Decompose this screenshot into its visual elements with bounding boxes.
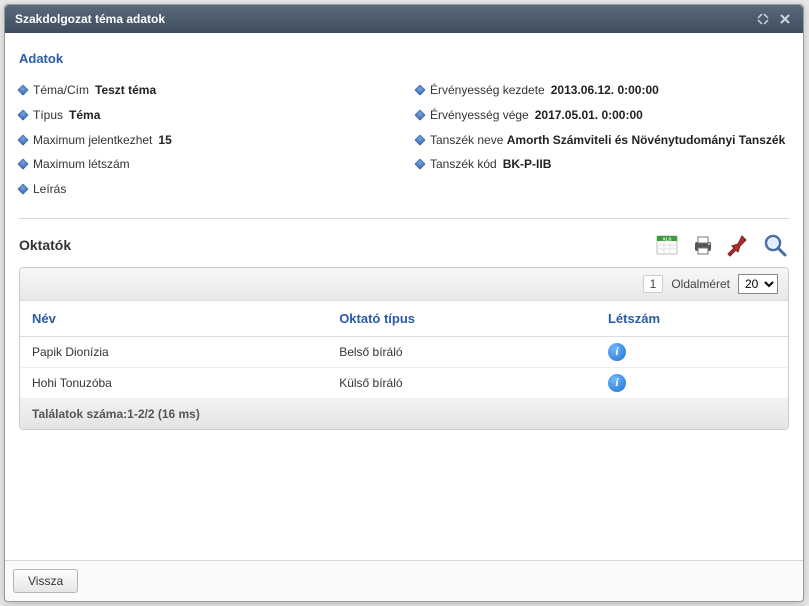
field-value: Téma: [69, 107, 100, 124]
maximize-icon[interactable]: [755, 11, 771, 27]
bullet-icon: [414, 159, 425, 170]
fields-left: Téma/Cím Teszt téma Típus Téma Maximum j…: [19, 78, 392, 202]
col-header-letszam[interactable]: Létszám: [596, 301, 788, 337]
bullet-icon: [17, 84, 28, 95]
svg-text:XLS: XLS: [663, 236, 672, 241]
bullet-icon: [414, 84, 425, 95]
bullet-icon: [17, 109, 28, 120]
field-tipus: Típus Téma: [19, 103, 392, 128]
cell-count: i: [596, 367, 788, 398]
grid-footer: Találatok száma:1-2/2 (16 ms): [20, 399, 788, 429]
field-max-jelentkezhet: Maximum jelentkezhet 15: [19, 128, 392, 153]
oktatok-table: Név Oktató típus Létszám Papik Dionízia …: [20, 301, 788, 399]
cell-count: i: [596, 336, 788, 367]
bullet-icon: [17, 134, 28, 145]
field-tanszek-kod: Tanszék kód BK-P-IIB: [416, 152, 789, 177]
dialog-header: Szakdolgozat téma adatok: [5, 5, 803, 33]
dialog-footer: Vissza: [5, 560, 803, 601]
field-value: 15: [158, 132, 171, 149]
cell-name: Papik Dionízia: [20, 336, 327, 367]
field-value: 2017.05.01. 0:00:00: [535, 107, 643, 124]
info-icon[interactable]: i: [608, 374, 626, 392]
field-label: Érvényesség kezdete: [430, 82, 545, 99]
field-label: Téma/Cím: [33, 82, 89, 99]
fields-columns: Téma/Cím Teszt téma Típus Téma Maximum j…: [19, 78, 789, 202]
dialog-title: Szakdolgozat téma adatok: [15, 12, 165, 26]
export-xls-icon[interactable]: XLS: [653, 231, 681, 259]
section-title-adatok: Adatok: [19, 51, 789, 66]
field-label: Érvényesség vége: [430, 107, 529, 124]
cell-type: Belső bíráló: [327, 336, 596, 367]
bullet-icon: [414, 134, 425, 145]
dialog-header-icons: [755, 11, 793, 27]
page-number[interactable]: 1: [643, 275, 664, 293]
fields-right: Érvényesség kezdete 2013.06.12. 0:00:00 …: [416, 78, 789, 202]
field-label: Leírás: [33, 181, 66, 198]
field-leiras: Leírás: [19, 177, 392, 202]
table-header-row: Név Oktató típus Létszám: [20, 301, 788, 337]
field-max-letszam: Maximum létszám: [19, 152, 392, 177]
table-row[interactable]: Hohi Tonuzóba Külső bíráló i: [20, 367, 788, 398]
grid-pager: 1 Oldalméret 20: [20, 268, 788, 301]
search-icon[interactable]: [761, 231, 789, 259]
field-erv-kezdete: Érvényesség kezdete 2013.06.12. 0:00:00: [416, 78, 789, 103]
field-tanszek-neve: Tanszék neve Amorth Számviteli és Növény…: [416, 128, 789, 153]
field-value: BK-P-IIB: [503, 156, 552, 173]
back-button[interactable]: Vissza: [13, 569, 78, 593]
col-header-nev[interactable]: Név: [20, 301, 327, 337]
spacer: [19, 430, 789, 550]
divider: [19, 218, 789, 219]
page-size-label: Oldalméret: [671, 277, 730, 291]
close-icon[interactable]: [777, 11, 793, 27]
grid-container: 1 Oldalméret 20 Név Oktató típus Létszám…: [19, 267, 789, 430]
page-size-select[interactable]: 20: [738, 274, 778, 294]
grid-toolbar: XLS: [653, 231, 789, 259]
field-value: Teszt téma: [95, 82, 156, 99]
bullet-icon: [17, 159, 28, 170]
table-row[interactable]: Papik Dionízia Belső bíráló i: [20, 336, 788, 367]
field-label: Maximum létszám: [33, 156, 130, 173]
cell-name: Hohi Tonuzóba: [20, 367, 327, 398]
oktatok-title: Oktatók: [19, 237, 71, 253]
field-label: Tanszék neve: [430, 133, 503, 147]
field-erv-vege: Érvényesség vége 2017.05.01. 0:00:00: [416, 103, 789, 128]
print-icon[interactable]: [689, 231, 717, 259]
field-label: Maximum jelentkezhet: [33, 132, 152, 149]
field-label: Típus: [33, 107, 63, 124]
field-value: 2013.06.12. 0:00:00: [551, 82, 659, 99]
dialog-body: Adatok Téma/Cím Teszt téma Típus Téma Ma…: [5, 33, 803, 560]
dialog: Szakdolgozat téma adatok Adatok Téma/Cím…: [4, 4, 804, 602]
cell-type: Külső bíráló: [327, 367, 596, 398]
col-header-tipus[interactable]: Oktató típus: [327, 301, 596, 337]
field-tema-cim: Téma/Cím Teszt téma: [19, 78, 392, 103]
info-icon[interactable]: i: [608, 343, 626, 361]
pin-icon[interactable]: [725, 231, 753, 259]
bullet-icon: [414, 109, 425, 120]
field-value: Amorth Számviteli és Növénytudományi Tan…: [507, 133, 786, 147]
field-label: Tanszék kód: [430, 156, 497, 173]
bullet-icon: [17, 184, 28, 195]
oktatok-header: Oktatók XLS: [19, 227, 789, 267]
